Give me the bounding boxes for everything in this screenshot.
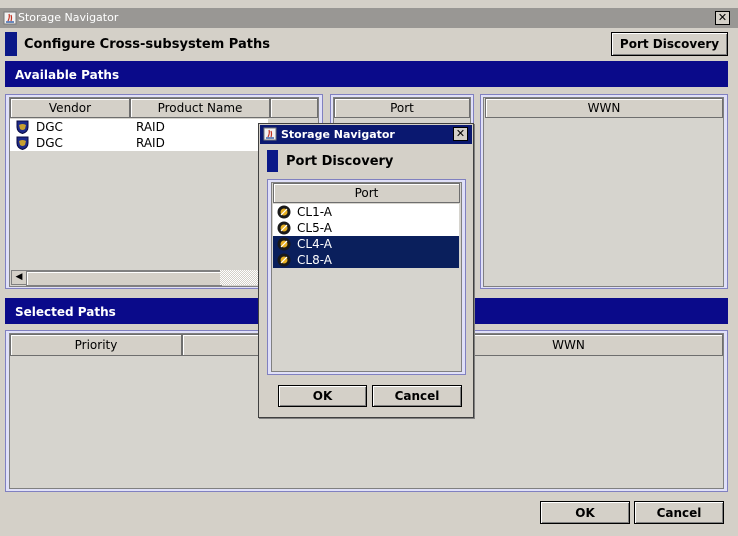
column-header-extra[interactable] [270, 98, 318, 118]
page-title: Configure Cross-subsystem Paths [24, 37, 270, 52]
dialog-cancel-button[interactable]: Cancel [372, 385, 462, 407]
port-icon [277, 205, 291, 219]
port-list-item-selected[interactable]: CL8-A [273, 252, 459, 268]
table-row[interactable]: DGC RAID [10, 119, 268, 135]
column-header-vendor[interactable]: Vendor [10, 98, 130, 118]
port-label: CL8-A [297, 253, 332, 267]
shield-icon [16, 120, 29, 134]
dialog-close-button[interactable]: ✕ [453, 127, 468, 141]
port-label: CL5-A [297, 221, 332, 235]
dialog-ok-button[interactable]: OK [278, 385, 367, 407]
column-header-product-name[interactable]: Product Name [130, 98, 270, 118]
port-label: CL4-A [297, 237, 332, 251]
shield-icon [16, 136, 29, 150]
horizontal-scrollbar[interactable]: ◀ [11, 270, 251, 286]
vendor-cell: DGC [36, 120, 63, 134]
dialog-heading: Port Discovery [286, 154, 394, 169]
column-header-wwn[interactable]: WWN [485, 98, 723, 118]
cancel-button[interactable]: Cancel [634, 501, 724, 524]
table-row[interactable]: DGC RAID [10, 135, 268, 151]
window-close-button[interactable]: ✕ [715, 11, 730, 25]
port-icon [277, 237, 291, 251]
product-name-cell: RAID [136, 136, 165, 150]
main-title-bar[interactable]: Storage Navigator ✕ [0, 8, 738, 28]
dialog-column-header-port[interactable]: Port [273, 183, 460, 203]
dialog-title: Storage Navigator [281, 128, 395, 141]
port-list-item-selected[interactable]: CL4-A [273, 236, 459, 252]
port-icon [277, 221, 291, 235]
java-icon [3, 11, 17, 25]
port-discovery-dialog: Storage Navigator ✕ Port Discovery Port … [258, 123, 474, 418]
scroll-left-arrow-icon[interactable]: ◀ [12, 271, 26, 284]
header-marker [5, 32, 17, 56]
vendor-cell: DGC [36, 136, 63, 150]
ok-button[interactable]: OK [540, 501, 630, 524]
dialog-title-bar[interactable]: Storage Navigator ✕ [260, 125, 472, 144]
dialog-port-list: Port CL1-A CL5-A CL4-A CL8-A [271, 182, 462, 372]
window-title: Storage Navigator [18, 11, 119, 24]
port-discovery-button[interactable]: Port Discovery [611, 32, 728, 56]
column-header-priority[interactable]: Priority [10, 334, 182, 356]
product-name-cell: RAID [136, 120, 165, 134]
scroll-thumb[interactable] [26, 271, 222, 286]
wwn-list: WWN [483, 97, 724, 287]
dialog-header-marker [267, 150, 278, 172]
available-paths-band: Available Paths [5, 61, 728, 87]
column-header-port[interactable]: Port [334, 98, 470, 118]
port-list-item[interactable]: CL1-A [273, 204, 459, 220]
port-icon [277, 253, 291, 267]
port-list-item[interactable]: CL5-A [273, 220, 459, 236]
java-icon [263, 127, 277, 141]
port-label: CL1-A [297, 205, 332, 219]
close-icon: ✕ [717, 11, 728, 24]
close-icon: ✕ [455, 127, 466, 140]
